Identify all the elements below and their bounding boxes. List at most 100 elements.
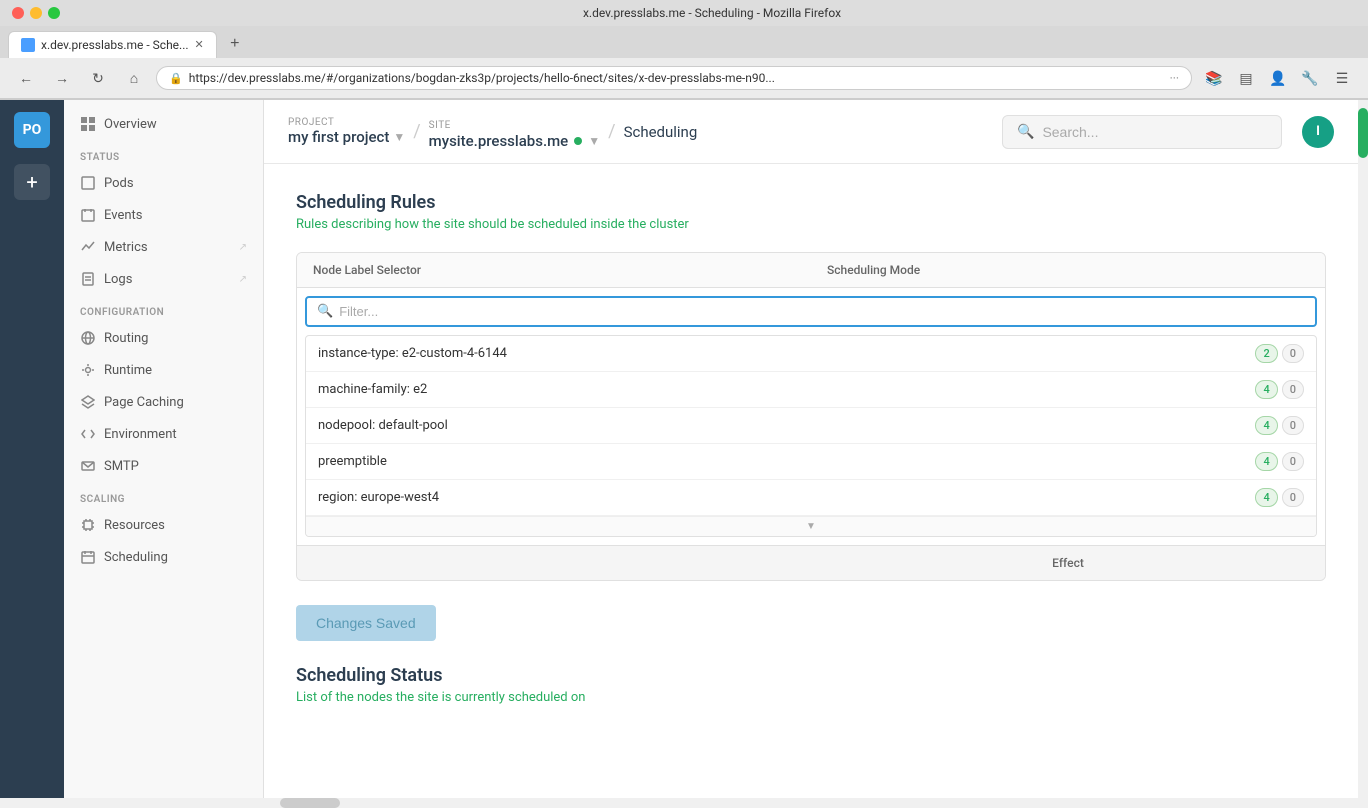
col-scheduling-mode: Scheduling Mode [811,253,1325,287]
back-button[interactable]: ← [12,64,40,92]
dropdown-item-3[interactable]: preemptible 4 0 [306,444,1316,480]
breadcrumb-separator-2: / [608,121,615,142]
effect-label: Effect [811,546,1325,580]
bookmarks-icon[interactable]: 📚 [1200,64,1228,92]
mail-icon [80,458,96,474]
sidebar-item-events[interactable]: Events [64,199,263,231]
maximize-dot[interactable] [48,7,60,19]
badge-green: 4 [1255,452,1277,471]
sidebar-item-environment[interactable]: Environment [64,418,263,450]
sidebar-item-label: Pods [104,176,134,191]
sidebar-item-label: Environment [104,427,177,442]
badge-group: 4 0 [1255,488,1304,507]
address-bar[interactable]: 🔒 https://dev.presslabs.me/#/organizatio… [156,66,1192,90]
sidebar-item-routing[interactable]: Routing [64,322,263,354]
filter-input-wrapper[interactable]: 🔍 [305,296,1317,327]
tab-favicon [21,38,35,52]
extensions-icon[interactable]: 🔧 [1296,64,1324,92]
browser-chrome: x.dev.presslabs.me - Scheduling - Mozill… [0,0,1368,100]
browser-tab-active[interactable]: x.dev.presslabs.me - Sche... ✕ [8,31,217,58]
project-selector[interactable]: PROJECT my first project ▼ [288,117,405,146]
sidebar-item-overview[interactable]: Overview [64,108,263,140]
avatar[interactable]: PO [14,112,50,148]
changes-saved-button[interactable]: Changes Saved [296,605,436,641]
window-controls [12,7,60,19]
url-text: https://dev.presslabs.me/#/organizations… [189,71,1164,85]
tab-close-button[interactable]: ✕ [195,38,204,51]
status-section-label: STATUS [64,140,263,167]
sidebar-item-scheduling[interactable]: Scheduling [64,541,263,573]
search-box[interactable]: 🔍 [1002,115,1282,149]
sidebar-item-label: Events [104,208,142,223]
main-content: PROJECT my first project ▼ / SITE mysite… [264,100,1358,798]
close-dot[interactable] [12,7,24,19]
scheduling-status-section: Scheduling Status List of the nodes the … [296,665,1326,705]
bottom-scrollbar[interactable] [0,798,1368,808]
item-label: region: europe-west4 [318,490,1255,505]
calendar-icon [80,207,96,223]
add-button[interactable]: + [14,164,50,200]
app-header: PROJECT my first project ▼ / SITE mysite… [264,100,1358,164]
chart-icon [80,239,96,255]
sidebar-item-label: Resources [104,518,165,533]
sidebar-item-label: Overview [104,117,157,132]
badge-green: 4 [1255,380,1277,399]
bottom-scrollbar-thumb[interactable] [280,798,340,808]
user-avatar[interactable]: I [1302,116,1334,148]
minimize-dot[interactable] [30,7,42,19]
project-label: PROJECT [288,117,405,128]
profile-icon[interactable]: 👤 [1264,64,1292,92]
sidebar-item-smtp[interactable]: SMTP [64,450,263,482]
dropdown-item-4[interactable]: region: europe-west4 4 0 [306,480,1316,516]
configuration-section-label: CONFIGURATION [64,295,263,322]
item-label: preemptible [318,454,1255,469]
search-icon: 🔍 [1017,124,1034,140]
filter-input[interactable] [339,304,1305,319]
scheduling-icon [80,549,96,565]
dropdown-item-1[interactable]: machine-family: e2 4 0 [306,372,1316,408]
site-dropdown-icon: ▼ [588,134,600,148]
sidebar-icon[interactable]: ▤ [1232,64,1260,92]
nav-extra-buttons: 📚 ▤ 👤 🔧 ☰ [1200,64,1356,92]
cpu-icon [80,517,96,533]
scheduling-rules-desc: Rules describing how the site should be … [296,217,1326,232]
scrollbar-thumb[interactable] [1358,108,1368,158]
scheduling-status-title: Scheduling Status [296,665,1326,686]
external-icon: ↗ [239,242,247,253]
badge-group: 4 0 [1255,380,1304,399]
dropdown-item-0[interactable]: instance-type: e2-custom-4-6144 2 0 [306,336,1316,372]
sidebar-item-pods[interactable]: Pods [64,167,263,199]
sidebar-item-runtime[interactable]: Runtime [64,354,263,386]
page-title: Scheduling [624,123,698,141]
sidebar-item-label: SMTP [104,459,139,474]
layers-icon [80,394,96,410]
filter-search-icon: 🔍 [317,304,333,319]
forward-button[interactable]: → [48,64,76,92]
right-scrollbar[interactable] [1358,100,1368,798]
home-button[interactable]: ⌂ [120,64,148,92]
site-selector[interactable]: SITE mysite.presslabs.me ▼ [429,113,600,150]
scheduling-rules-title: Scheduling Rules [296,192,1326,213]
refresh-button[interactable]: ↻ [84,64,112,92]
sidebar-item-resources[interactable]: Resources [64,509,263,541]
security-icon: 🔒 [169,72,183,85]
sidebar-item-metrics[interactable]: Metrics ↗ [64,231,263,263]
breadcrumb-separator: / [413,121,420,142]
menu-icon[interactable]: ☰ [1328,64,1356,92]
sidebar-item-page-caching[interactable]: Page Caching [64,386,263,418]
new-tab-button[interactable]: + [221,30,249,58]
sidebar-item-label: Runtime [104,363,152,378]
site-label: SITE [429,120,451,131]
sidebar-item-label: Metrics [104,240,148,255]
badge-group: 4 0 [1255,416,1304,435]
grid-icon [80,116,96,132]
effect-row: Effect [297,545,1325,580]
search-input[interactable] [1042,124,1242,140]
sidebar-item-logs[interactable]: Logs ↗ [64,263,263,295]
badge-gray: 0 [1282,488,1304,507]
dropdown-item-2[interactable]: nodepool: default-pool 4 0 [306,408,1316,444]
file-icon [80,271,96,287]
breadcrumb: PROJECT my first project ▼ / SITE mysite… [288,113,994,150]
scroll-indicator: ▼ [306,516,1316,536]
badge-gray: 0 [1282,344,1304,363]
